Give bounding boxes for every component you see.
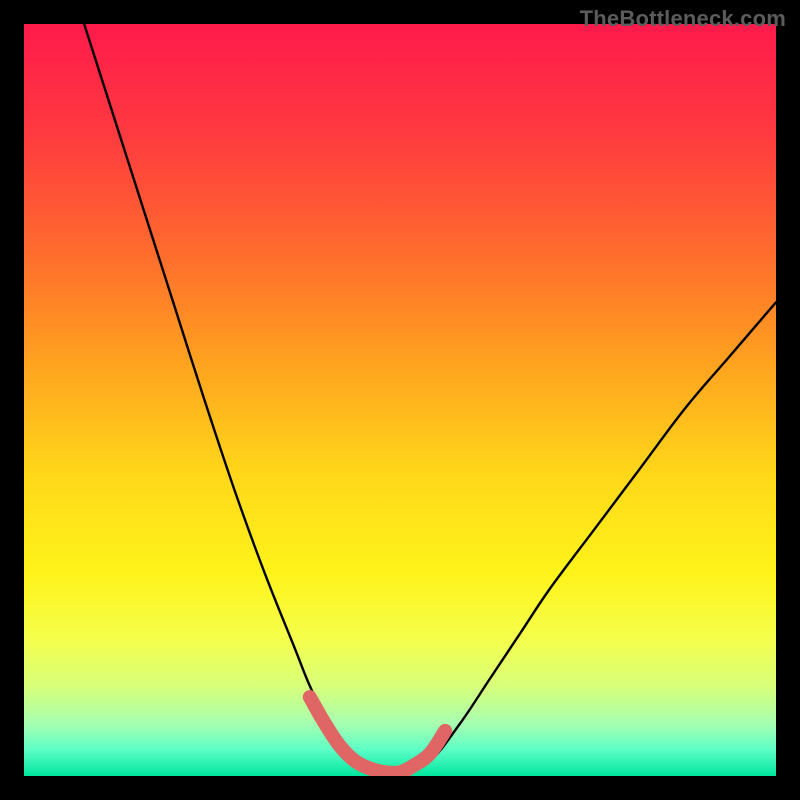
watermark-text: TheBottleneck.com <box>580 6 786 32</box>
bottleneck-chart <box>24 24 776 776</box>
chart-frame: TheBottleneck.com <box>0 0 800 800</box>
gradient-background <box>24 24 776 776</box>
